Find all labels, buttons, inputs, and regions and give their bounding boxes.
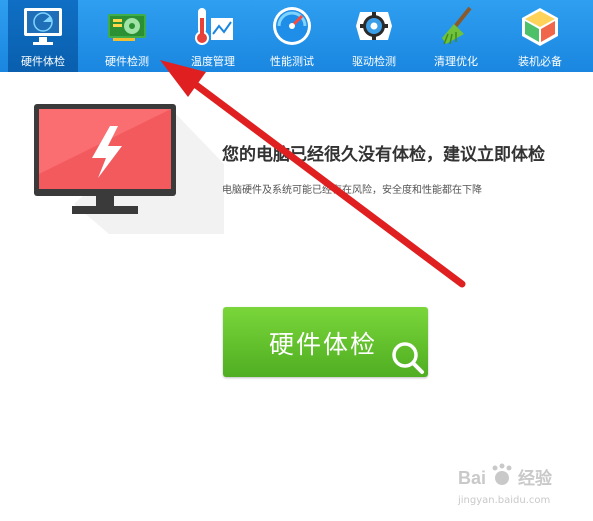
tab-hardware-checkup[interactable]: 硬件体检 bbox=[8, 0, 78, 72]
monitor-lightning-icon bbox=[34, 104, 224, 234]
tab-performance-test[interactable]: 性能测试 bbox=[257, 0, 327, 72]
hardware-checkup-button[interactable]: 硬件体检 bbox=[223, 307, 428, 377]
radar-monitor-icon bbox=[24, 8, 62, 45]
tab-hardware-detection[interactable]: 硬件检测 bbox=[92, 0, 162, 72]
magnifier-icon bbox=[392, 342, 424, 374]
tab-cleanup[interactable]: 清理优化 bbox=[421, 0, 491, 72]
tab-label: 硬件体检 bbox=[21, 55, 65, 68]
watermark-brand: 经验 bbox=[518, 469, 552, 489]
tab-label: 清理优化 bbox=[434, 55, 478, 68]
tab-label: 装机必备 bbox=[518, 55, 562, 68]
graphics-card-icon bbox=[108, 14, 146, 41]
svg-text:Bai: Bai bbox=[458, 468, 486, 488]
annotation-arrow bbox=[160, 60, 466, 288]
broom-icon bbox=[442, 6, 472, 45]
tab-label: 温度管理 bbox=[191, 55, 235, 68]
gear-driver-icon bbox=[356, 12, 392, 40]
baidu-jingyan-watermark: Bai 经验 jingyan.baidu.com bbox=[456, 458, 586, 514]
tab-temperature[interactable]: 温度管理 bbox=[178, 0, 248, 72]
checkup-warning-title: 您的电脑已经很久没有体检，建议立即体检 bbox=[222, 145, 545, 165]
thermometer-icon bbox=[195, 8, 233, 45]
tab-label: 性能测试 bbox=[270, 55, 314, 68]
tab-label: 驱动检测 bbox=[352, 55, 396, 68]
tab-label: 硬件检测 bbox=[105, 55, 149, 68]
cube-box-icon bbox=[522, 8, 558, 46]
tab-essentials[interactable]: 装机必备 bbox=[505, 0, 575, 72]
tab-driver-detection[interactable]: 驱动检测 bbox=[339, 0, 409, 72]
baidu-logo: Bai bbox=[458, 463, 512, 488]
checkup-warning-subtext: 电脑硬件及系统可能已经存在风险，安全度和性能都在下降 bbox=[222, 185, 482, 196]
watermark-url: jingyan.baidu.com bbox=[458, 495, 551, 506]
speedometer-icon bbox=[273, 7, 311, 45]
button-label: 硬件体检 bbox=[269, 330, 378, 359]
top-toolbar: 硬件体检 硬件检测 温度管理 性能测试 驱动检测 清理优化 装机必备 bbox=[0, 0, 593, 72]
